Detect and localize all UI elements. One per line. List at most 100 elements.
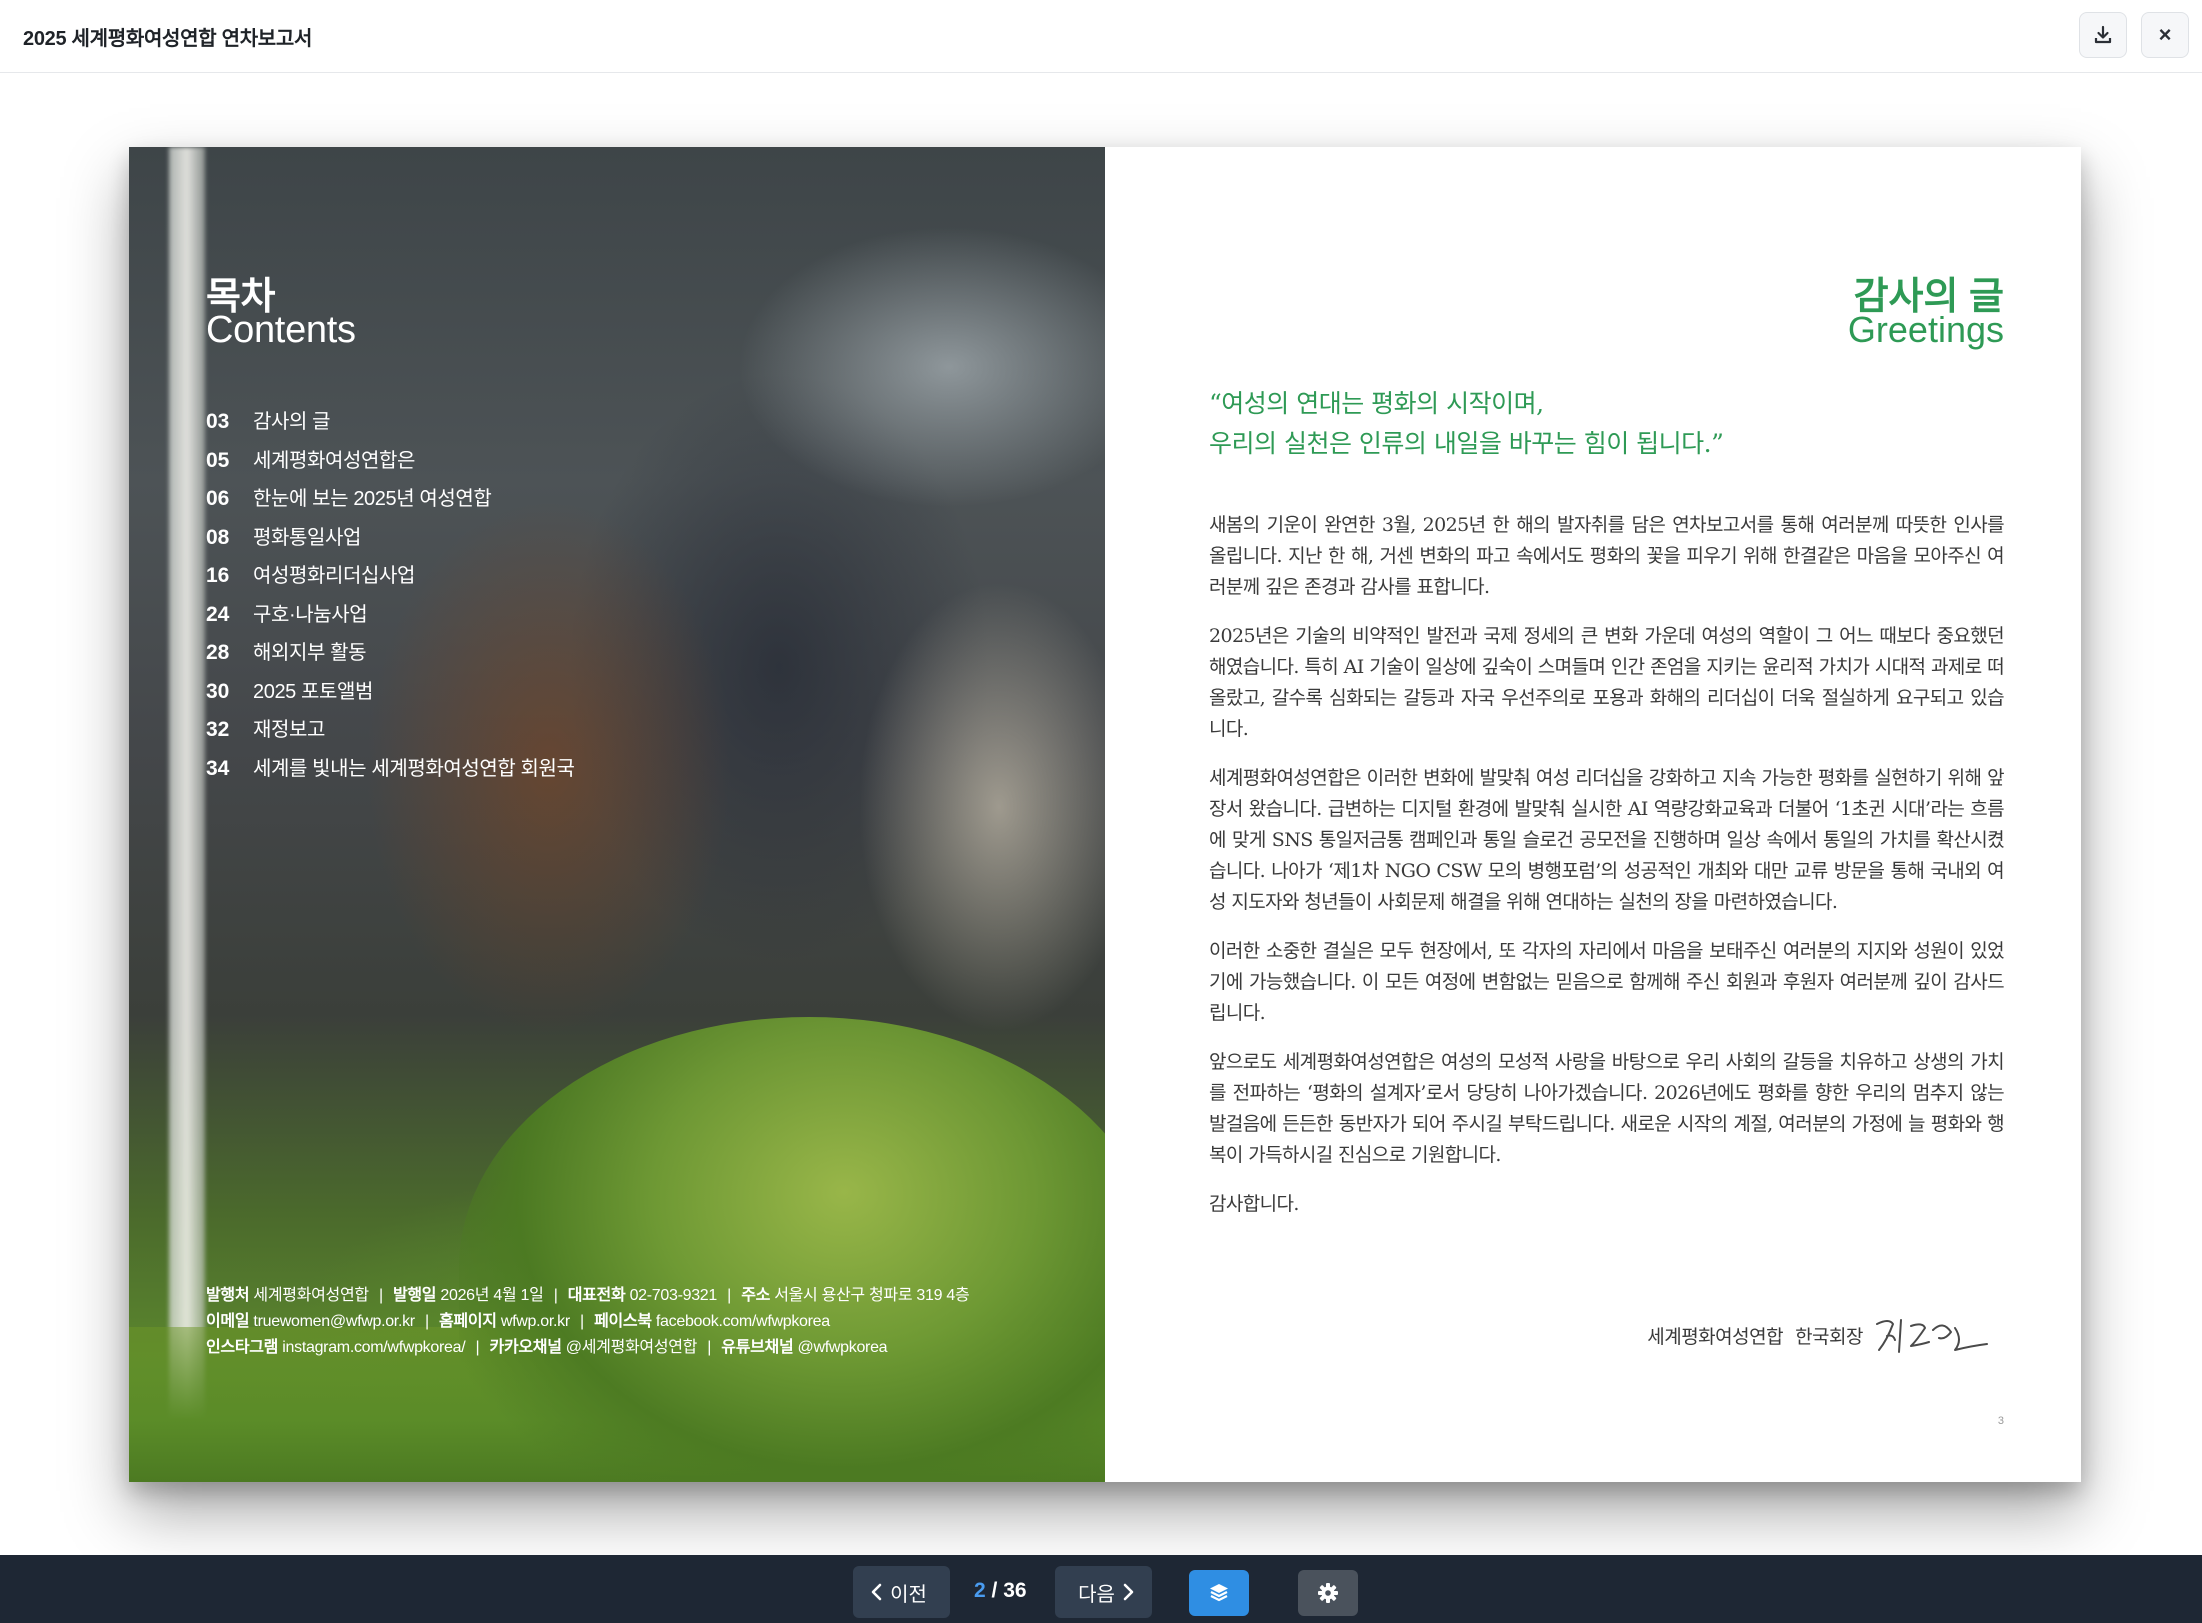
toc-item[interactable]: 34 세계를 빛내는 세계평화여성연합 회원국 bbox=[206, 752, 806, 791]
background-pillar bbox=[169, 147, 205, 1482]
settings-button[interactable] bbox=[1298, 1570, 1358, 1616]
body-paragraph: 앞으로도 세계평화여성연합은 여성의 모성적 사랑을 바탕으로 우리 사회의 갈… bbox=[1209, 1051, 2005, 1166]
toc-list: 03 감사의 글 05 세계평화여성연합은 06 한눈에 보는 2025년 여성연합 … bbox=[206, 405, 806, 790]
toc-page-number: 24 bbox=[206, 602, 230, 626]
body-paragraph: 세계평화여성연합은 이러한 변화에 발맞춰 여성 리더십을 강화하고 지속 가능… bbox=[1209, 767, 2005, 913]
imprint-value: wfwp.or.kr bbox=[500, 1313, 570, 1330]
toc-label: 구호·나눔사업 bbox=[253, 603, 368, 626]
imprint-label: 카카오채널 bbox=[489, 1339, 562, 1356]
book-spread: 목차 Contents 03 감사의 글 05 세계평화여성연합은 06 한눈에 보는… bbox=[129, 147, 2081, 1482]
toc-page-number: 28 bbox=[206, 641, 230, 664]
toc-page-number: 06 bbox=[206, 487, 230, 510]
toc-label: 한눈에 보는 2025년 여성연합 bbox=[253, 488, 492, 510]
quote-line: 우리의 실천은 인류의 내일을 바꾸는 힘이 됩니다.” bbox=[1209, 429, 1724, 458]
toc-label: 세계를 빛내는 세계평화여성연합 회원국 bbox=[253, 757, 575, 780]
bottom-toolbar: 이전 2 / 36 다음 bbox=[0, 1555, 2202, 1623]
page-left-contents: 목차 Contents 03 감사의 글 05 세계평화여성연합은 06 한눈에 보는… bbox=[129, 147, 1105, 1482]
toc-item[interactable]: 32 재정보고 bbox=[206, 713, 806, 752]
toc-page-number: 16 bbox=[206, 564, 230, 587]
imprint-label: 인스타그램 bbox=[206, 1339, 279, 1356]
toc-page-number: 30 bbox=[206, 679, 230, 703]
signature-organization: 세계평화여성연합 bbox=[1647, 1325, 1784, 1348]
toc-item[interactable]: 08 평화통일사업 bbox=[206, 521, 806, 560]
toc-item[interactable]: 16 여성평화리더십사업 bbox=[206, 559, 806, 598]
toc-item[interactable]: 03 감사의 글 bbox=[206, 405, 806, 444]
imprint-value: 세계평화여성연합 bbox=[253, 1287, 369, 1304]
background-moss-bush bbox=[459, 1017, 1105, 1482]
greetings-body: 새봄의 기운이 완연한 3월, 2025년 한 해의 발자취를 담은 연차보고서… bbox=[1209, 510, 2005, 1238]
viewer-header: 2025 세계평화여성연합 연차보고서 × bbox=[0, 0, 2202, 73]
download-button[interactable] bbox=[2079, 12, 2127, 58]
greetings-quote: “여성의 연대는 평화의 시작이며, 우리의 실천은 인류의 내일을 바꾸는 힘… bbox=[1209, 384, 2009, 464]
imprint-separator: | bbox=[580, 1313, 584, 1330]
download-icon bbox=[2094, 25, 2112, 44]
toc-label: 2025 포토앨범 bbox=[253, 680, 374, 703]
imprint-label: 유튜브채널 bbox=[721, 1339, 794, 1356]
imprint-separator: | bbox=[553, 1287, 558, 1304]
close-icon: × bbox=[2158, 22, 2172, 47]
imprint-line-2: 이메일 truewomen@wfwp.or.kr | 홈페이지 wfwp.or.… bbox=[206, 1309, 1066, 1335]
body-paragraph: 2025년은 기술의 비약적인 발전과 국제 정세의 큰 변화 가운데 여성의 … bbox=[1209, 625, 2005, 740]
body-paragraph: 이러한 소중한 결실은 모두 현장에서, 또 각자의 자리에서 마음을 보태주신… bbox=[1209, 940, 2005, 1024]
document-title: 2025 세계평화여성연합 연차보고서 bbox=[23, 28, 313, 50]
chevron-left-icon bbox=[871, 1583, 882, 1601]
toc-page-number: 32 bbox=[206, 718, 230, 741]
imprint-label: 대표전화 bbox=[567, 1287, 626, 1304]
close-button[interactable]: × bbox=[2141, 12, 2189, 58]
toc-label: 평화통일사업 bbox=[253, 526, 361, 549]
imprint-label: 발행일 bbox=[392, 1287, 437, 1304]
viewer-stage: 목차 Contents 03 감사의 글 05 세계평화여성연합은 06 한눈에 보는… bbox=[0, 74, 2202, 1555]
imprint-info: 발행처 세계평화여성연합 | 발행일 2026년 4월 1일 | 대표전화 02… bbox=[206, 1283, 1066, 1361]
body-paragraph: 새봄의 기운이 완연한 3월, 2025년 한 해의 발자취를 담은 연차보고서… bbox=[1209, 514, 2005, 598]
page-separator: / bbox=[985, 1579, 1004, 1602]
toc-item[interactable]: 05 세계평화여성연합은 bbox=[206, 444, 806, 483]
imprint-separator: | bbox=[378, 1287, 383, 1304]
imprint-separator: | bbox=[727, 1287, 732, 1304]
toc-item[interactable]: 06 한눈에 보는 2025년 여성연합 bbox=[206, 482, 806, 521]
quote-line: “여성의 연대는 평화의 시작이며, bbox=[1209, 389, 1544, 418]
prev-label: 이전 bbox=[890, 1583, 927, 1606]
imprint-label: 주소 bbox=[741, 1287, 771, 1304]
imprint-value: facebook.com/wfwpkorea bbox=[655, 1313, 830, 1330]
contents-heading-en: Contents bbox=[206, 309, 356, 351]
prev-page-button[interactable]: 이전 bbox=[853, 1566, 950, 1618]
imprint-separator: | bbox=[425, 1313, 429, 1330]
handwritten-signature bbox=[1876, 1319, 1988, 1353]
imprint-separator: | bbox=[475, 1339, 480, 1356]
next-page-button[interactable]: 다음 bbox=[1055, 1566, 1152, 1618]
imprint-value: instagram.com/wfwpkorea/ bbox=[282, 1339, 466, 1356]
imprint-label: 발행처 bbox=[206, 1287, 250, 1304]
layers-button[interactable] bbox=[1189, 1570, 1249, 1616]
chevron-right-icon bbox=[1123, 1583, 1134, 1601]
imprint-value: 서울시 용산구 청파로 319 4층 bbox=[774, 1287, 970, 1304]
page-right-greetings: 감사의 글 Greetings “여성의 연대는 평화의 시작이며, 우리의 실… bbox=[1105, 147, 2081, 1482]
toc-label: 세계평화여성연합은 bbox=[253, 449, 415, 472]
imprint-line-3: 인스타그램 instagram.com/wfwpkorea/ | 카카오채널 @… bbox=[206, 1335, 1066, 1361]
toc-item[interactable]: 28 해외지부 활동 bbox=[206, 636, 806, 675]
imprint-value: @wfwpkorea bbox=[797, 1339, 888, 1356]
toc-label: 감사의 글 bbox=[253, 411, 331, 433]
imprint-value: 2026년 4월 1일 bbox=[440, 1287, 544, 1304]
imprint-label: 홈페이지 bbox=[439, 1313, 497, 1330]
signature-block: 세계평화여성연합 한국회장 bbox=[1647, 1310, 1991, 1360]
toc-item[interactable]: 24 구호·나눔사업 bbox=[206, 598, 806, 637]
signature-role: 한국회장 bbox=[1795, 1325, 1863, 1348]
imprint-line-1: 발행처 세계평화여성연합 | 발행일 2026년 4월 1일 | 대표전화 02… bbox=[206, 1283, 1066, 1309]
current-page: 2 bbox=[974, 1579, 986, 1602]
toc-page-number: 03 bbox=[206, 410, 230, 433]
imprint-value: @세계평화여성연합 bbox=[565, 1339, 698, 1356]
greetings-heading-en: Greetings bbox=[1847, 309, 2004, 350]
total-pages: 36 bbox=[1003, 1579, 1027, 1602]
toc-label: 해외지부 활동 bbox=[253, 642, 367, 664]
layers-icon bbox=[1210, 1584, 1228, 1602]
imprint-value: truewomen@wfwp.or.kr bbox=[253, 1313, 415, 1330]
toc-label: 여성평화리더십사업 bbox=[253, 565, 415, 587]
imprint-label: 페이스북 bbox=[594, 1313, 652, 1330]
toc-item[interactable]: 30 2025 포토앨범 bbox=[206, 675, 806, 714]
body-paragraph: 감사합니다. bbox=[1209, 1193, 1299, 1215]
page-number: 3 bbox=[1997, 1415, 2004, 1427]
page-indicator: 2 / 36 bbox=[974, 1579, 1027, 1603]
toc-page-number: 08 bbox=[206, 525, 230, 549]
imprint-label: 이메일 bbox=[206, 1313, 250, 1330]
toc-label: 재정보고 bbox=[253, 719, 325, 741]
